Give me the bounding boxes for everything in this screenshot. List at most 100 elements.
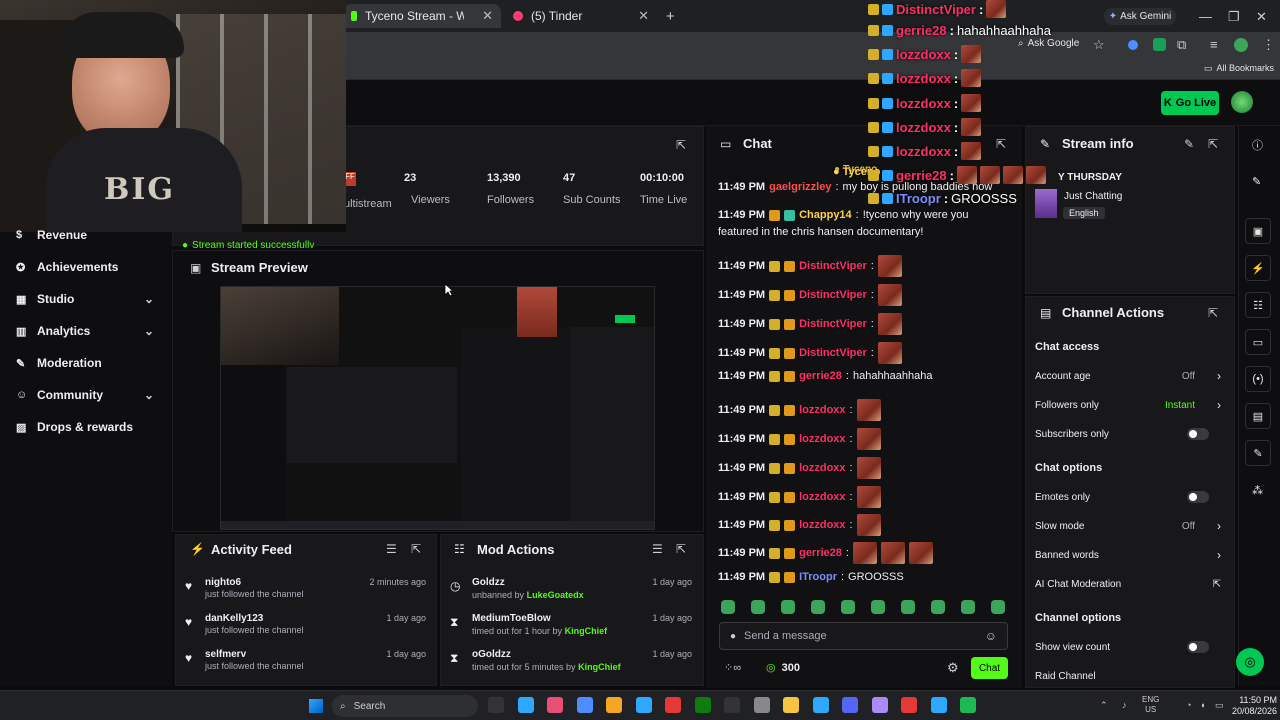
discord-icon[interactable] [842,697,858,713]
chat-username[interactable]: lozzdoxx [799,404,845,416]
setting-row-banned-words[interactable]: Banned words › [1035,545,1225,565]
media-icon[interactable]: ≡ [1210,37,1218,52]
sidebar-item-analytics[interactable]: ▥ Analytics ⌄ [0,315,172,347]
app-icon[interactable] [576,697,593,713]
chat-username[interactable]: DistinctViper [799,289,867,301]
setting-row-followers-only[interactable]: Followers only Instant › [1035,395,1225,415]
spotify-icon[interactable] [960,697,976,713]
wrench-icon[interactable]: ✎ [1245,440,1271,466]
monitor-icon[interactable]: ▣ [1245,218,1271,244]
steam-icon[interactable] [635,697,652,713]
all-bookmarks-button[interactable]: ▭ All Bookmarks [1204,63,1274,74]
new-tab-button[interactable]: + [666,8,675,25]
emote-picker-icon[interactable] [991,600,1005,614]
popout-icon[interactable]: ⇱ [996,137,1006,151]
chevron-right-icon[interactable]: › [1217,398,1221,412]
emoji-icon[interactable]: ☺ [985,629,997,643]
app-icon[interactable] [871,697,888,713]
list-icon[interactable]: ☷ [1245,292,1271,318]
chevron-down-icon[interactable]: ⌄ [144,388,154,402]
apps-icon[interactable]: ⁂ [1252,484,1263,497]
app-icon[interactable] [930,697,947,713]
emote-picker-icon[interactable] [931,600,945,614]
setting-row-emotes-only[interactable]: Emotes only [1035,487,1225,507]
chat-username[interactable]: lozzdoxx [799,519,845,531]
sidebar-item-achievements[interactable]: ✪ Achievements [0,251,172,283]
chat-username[interactable]: gerrie28 [799,547,842,559]
chat-username[interactable]: DistinctViper [799,260,867,272]
chat-username[interactable]: lozzdoxx [799,462,845,474]
profile-avatar[interactable] [1234,38,1248,52]
tab-close-icon[interactable]: ✕ [638,8,649,24]
language-indicator[interactable]: ENG US [1142,695,1159,715]
chat-settings-link-icon[interactable]: ⁘∞ [724,661,741,674]
support-icon[interactable]: ◎ [1236,648,1264,676]
xbox-icon[interactable] [694,697,711,713]
pencil-icon[interactable]: ✎ [1252,175,1261,188]
setting-row-show-view-count[interactable]: Show view count [1035,637,1225,657]
toggle-switch[interactable] [1187,491,1209,503]
mod-target-name[interactable]: MediumToeBlow [472,613,551,624]
chevron-right-icon[interactable]: › [1217,548,1221,562]
git-icon[interactable] [547,697,563,713]
tray-chevron-icon[interactable]: ⌃ [1100,700,1108,711]
code-brackets-icon[interactable]: (•) [1245,366,1271,392]
emote-picker-icon[interactable] [721,600,735,614]
settings-icon[interactable] [753,697,770,713]
emote-picker-icon[interactable] [811,600,825,614]
popout-icon[interactable]: ⇱ [1208,306,1218,320]
feed-user-name[interactable]: nighto6 [205,577,241,588]
toggle-switch[interactable] [1187,641,1209,653]
mod-by-name[interactable]: KingChief [565,626,608,636]
mod-target-name[interactable]: oGoldzz [472,649,511,660]
info-icon[interactable]: ⓘ [1252,137,1263,153]
edge-icon[interactable] [517,697,534,713]
extension-icon[interactable] [1128,40,1138,50]
ask-gemini-button[interactable]: ✦ Ask Gemini [1104,8,1176,25]
minimize-icon[interactable]: — [1199,9,1212,24]
sidebar-item-moderation[interactable]: ✎ Moderation [0,347,172,379]
window-close-icon[interactable]: ✕ [1256,9,1267,25]
chat-input-box[interactable]: ● Send a message ☺ [719,622,1008,650]
gear-icon[interactable]: ⚙ [947,660,959,676]
mod-target-name[interactable]: Goldzz [472,577,505,588]
volume-icon[interactable]: ◖ [1200,700,1205,710]
sliders-icon[interactable]: ▤ [1245,403,1271,429]
chat-input-placeholder[interactable]: Send a message [744,630,977,642]
edit-icon[interactable]: ✎ [1184,137,1194,151]
chevron-right-icon[interactable]: › [1217,369,1221,383]
category-name[interactable]: Just Chatting [1064,191,1122,202]
sidebar-item-studio[interactable]: ▦ Studio ⌄ [0,283,172,315]
chat-bubble-icon[interactable]: ▭ [1245,329,1271,355]
chat-username[interactable]: Chappy14 [799,209,852,221]
chat-username[interactable]: gerrie28 [799,370,842,382]
emote-picker-icon[interactable] [751,600,765,614]
tab-close-icon[interactable]: ✕ [482,8,493,24]
setting-row-subscribers-only[interactable]: Subscribers only [1035,424,1225,444]
feed-user-name[interactable]: selfmerv [205,649,246,660]
bookmark-star-icon[interactable]: ☆ [1093,37,1105,53]
setting-row-slow-mode[interactable]: Slow mode Off › [1035,516,1225,536]
feed-user-name[interactable]: danKelly123 [205,613,263,624]
taskbar-search[interactable]: ⌕ Search [332,695,478,717]
browser-tab-kick[interactable]: Tyceno Stream - Watch Live on ✕ [343,4,501,28]
filter-icon[interactable]: ☰ [386,542,397,556]
epic-icon[interactable] [724,697,740,713]
chevron-down-icon[interactable]: ⌄ [144,324,154,338]
emote-picker-icon[interactable] [901,600,915,614]
emote-picker-icon[interactable] [961,600,975,614]
microphone-icon[interactable]: ♪ [1122,700,1127,710]
chat-username[interactable]: lozzdoxx [799,491,845,503]
send-chat-button[interactable]: Chat [971,657,1008,679]
puzzle-icon[interactable]: ⧉ [1177,37,1186,53]
go-live-button[interactable]: K Go Live [1161,91,1219,115]
network-icon[interactable]: ◔ [1186,700,1191,710]
emote-picker-icon[interactable] [781,600,795,614]
popout-icon[interactable]: ⇱ [676,138,686,152]
chat-username[interactable]: DistinctViper [799,318,867,330]
obs-icon[interactable] [606,697,622,713]
lightning-icon[interactable]: ⚡ [1245,255,1271,281]
setting-row-ai-chat-moderation[interactable]: AI Chat Moderation ⇱ [1035,574,1225,594]
chevron-down-icon[interactable]: ⌄ [144,292,154,306]
sidebar-item-drops-rewards[interactable]: ▨ Drops & rewards [0,411,172,443]
